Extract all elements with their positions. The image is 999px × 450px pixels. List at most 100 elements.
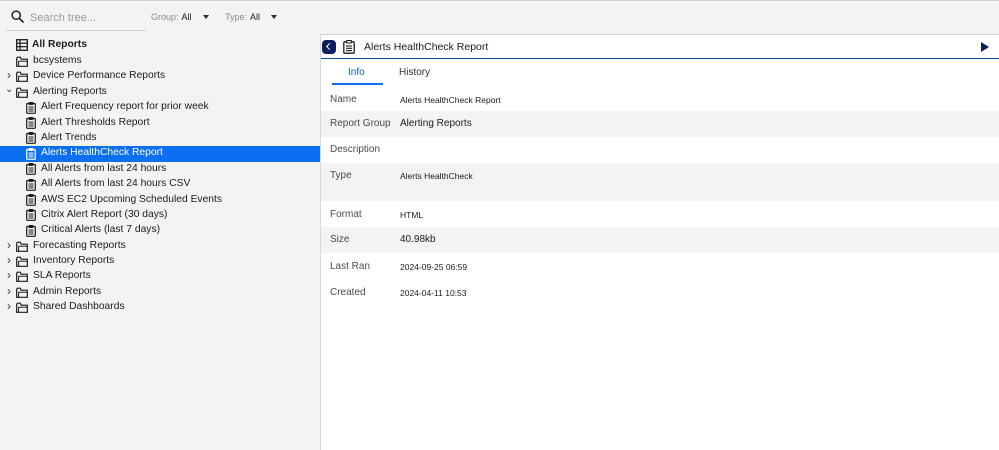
search-icon — [11, 10, 24, 23]
tree-item-label: Forecasting Reports — [33, 239, 126, 251]
tree-items: bcsystems › Device Performance Reports ⌄ Ale… — [0, 54, 320, 316]
type-filter-value: All — [250, 12, 261, 22]
back-chevron-icon[interactable] — [322, 40, 336, 54]
folder-icon — [16, 271, 28, 285]
tree-folder[interactable]: › Device Performance Reports — [0, 69, 320, 84]
tree-report-item[interactable]: All Alerts from last 24 hours — [0, 162, 320, 177]
property-value: Alerts HealthCheck Report — [400, 95, 501, 105]
tree-report-item[interactable]: Critical Alerts (last 7 days) — [0, 223, 320, 238]
property-row: Type Alerts HealthCheck — [321, 163, 999, 189]
tree-item-label: Alerts HealthCheck Report — [41, 147, 163, 159]
tree-item-label: SLA Reports — [33, 270, 91, 282]
tree-folder[interactable]: › Inventory Reports — [0, 254, 320, 269]
property-key: Description — [330, 144, 381, 155]
properties-list: Name Alerts HealthCheck Report Report Grou… — [321, 86, 999, 305]
detail-tabs: Info History — [321, 63, 999, 85]
play-icon[interactable] — [981, 42, 989, 52]
tree-folder[interactable]: › SLA Reports — [0, 269, 320, 284]
tree-item-label: AWS EC2 Upcoming Scheduled Events — [41, 193, 223, 205]
chevron-right-icon[interactable]: › — [5, 239, 13, 251]
tree-item-label: Admin Reports — [33, 285, 102, 297]
tab-history[interactable]: History — [399, 67, 430, 78]
search-input[interactable] — [30, 8, 144, 28]
report-stack-icon — [16, 39, 28, 54]
tree-item-label: Device Performance Reports — [33, 70, 166, 82]
tree-item-label: Alert Trends — [41, 131, 97, 143]
property-key: Created — [330, 287, 366, 298]
detail-header: Alerts HealthCheck Report — [321, 37, 999, 59]
property-row — [321, 189, 999, 201]
property-key: Last Ran — [330, 261, 371, 272]
tree-folder[interactable]: › Forecasting Reports — [0, 239, 320, 254]
report-icon — [26, 117, 36, 132]
tree-report-item[interactable]: Alerts HealthCheck Report — [0, 146, 320, 163]
tree-folder[interactable]: › Admin Reports — [0, 285, 320, 300]
chevron-down-icon — [271, 15, 278, 19]
folder-icon — [16, 302, 28, 316]
tree-report-item[interactable]: All Alerts from last 24 hours CSV — [0, 177, 320, 192]
report-icon — [26, 132, 36, 147]
property-value: 40.98kb — [400, 234, 436, 245]
search-box — [6, 5, 146, 31]
folder-icon — [16, 287, 28, 301]
chevron-right-icon[interactable]: › — [5, 69, 13, 81]
type-filter[interactable]: Type: All — [225, 12, 278, 22]
report-tree-panel: All Reports bcsystems › Device Performance… — [0, 0, 321, 450]
tree-item-label: Alert Frequency report for prior week — [41, 101, 209, 113]
folder-icon — [16, 241, 28, 255]
chevron-right-icon[interactable]: › — [5, 269, 13, 281]
tree-item-label: All Alerts from last 24 hours — [41, 162, 167, 174]
tree-report-item[interactable]: Alert Thresholds Report — [0, 116, 320, 131]
type-filter-label: Type: — [225, 12, 248, 22]
property-key: Type — [330, 170, 352, 181]
tree-item-label: Inventory Reports — [33, 255, 115, 267]
property-row: Report Group Alerting Reports — [321, 111, 999, 137]
property-value: Alerting Reports — [400, 118, 472, 129]
report-icon — [26, 178, 36, 194]
tree-folder[interactable]: ⌄ Alerting Reports — [0, 84, 320, 101]
tree-report-item[interactable]: Alert Frequency report for prior week — [0, 100, 320, 115]
property-key: Size — [330, 234, 350, 245]
folder-icon — [16, 71, 28, 85]
tree-folder[interactable]: › Shared Dashboards — [0, 300, 320, 315]
tree-report-item[interactable]: AWS EC2 Upcoming Scheduled Events — [0, 193, 320, 208]
property-row: Created 2024-04-11 10:53 — [321, 279, 999, 305]
report-icon — [26, 209, 36, 224]
property-key: Name — [330, 94, 357, 105]
folder-icon — [16, 87, 28, 101]
tab-info[interactable]: Info — [348, 67, 365, 78]
property-value: Alerts HealthCheck — [400, 171, 473, 181]
tree-root-all-reports[interactable]: All Reports — [0, 37, 320, 54]
search-toolbar: Group: All Type: All — [0, 0, 999, 34]
tree-folder[interactable]: bcsystems — [0, 54, 320, 69]
report-icon — [26, 163, 36, 178]
group-filter[interactable]: Group: All — [151, 12, 209, 22]
tree-root-label: All Reports — [32, 39, 87, 50]
property-value: HTML — [400, 210, 424, 220]
folder-icon — [16, 56, 28, 70]
property-row: Description — [321, 137, 999, 163]
tree-report-item[interactable]: Citrix Alert Report (30 days) — [0, 208, 320, 223]
tree-item-label: Alerting Reports — [33, 85, 107, 97]
property-row: Size 40.98kb — [321, 227, 999, 253]
property-value: 2024-09-25 06:59 — [400, 262, 468, 272]
report-icon — [26, 224, 36, 240]
property-row: Name Alerts HealthCheck Report — [321, 86, 999, 111]
property-row: Format HTML — [321, 201, 999, 227]
tree-item-label: All Alerts from last 24 hours CSV — [41, 178, 191, 190]
active-tab-indicator — [332, 83, 383, 85]
group-filter-value: All — [181, 12, 192, 22]
chevron-down-icon[interactable]: ⌄ — [5, 84, 13, 94]
folder-icon — [16, 256, 28, 270]
tree-report-item[interactable]: Alert Trends — [0, 131, 320, 146]
report-icon — [26, 147, 36, 163]
chevron-right-icon[interactable]: › — [5, 300, 13, 312]
property-key: Format — [330, 209, 362, 220]
detail-title: Alerts HealthCheck Report — [364, 41, 489, 53]
tree-item-label: Shared Dashboards — [33, 301, 125, 313]
chevron-right-icon[interactable]: › — [5, 254, 13, 266]
tree-item-label: bcsystems — [33, 55, 82, 66]
report-icon — [26, 101, 36, 117]
chevron-right-icon[interactable]: › — [5, 285, 13, 297]
report-tree: All Reports bcsystems › Device Performance… — [0, 37, 320, 316]
